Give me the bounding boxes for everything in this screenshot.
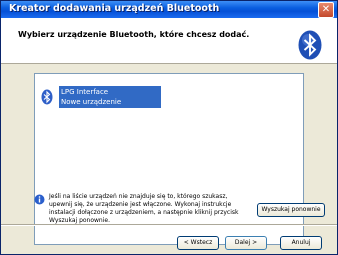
wizard-window: Kreator dodawania urządzeń Bluetooth ✕ W… — [0, 0, 338, 255]
bluetooth-icon — [298, 30, 322, 60]
separator — [1, 224, 337, 226]
info-icon — [34, 194, 45, 205]
device-label[interactable]: LPG Interface Nowe urządzenie — [59, 86, 161, 108]
close-button[interactable]: ✕ — [318, 2, 334, 18]
page-heading: Wybierz urządzenie Bluetooth, które chce… — [18, 30, 250, 39]
rescan-button[interactable]: Wyszukaj ponownie — [257, 203, 325, 217]
back-button[interactable]: < Wstecz — [177, 236, 219, 250]
wizard-header: Wybierz urządzenie Bluetooth, które chce… — [1, 18, 337, 64]
close-icon: ✕ — [321, 4, 331, 15]
device-status: Nowe urządzenie — [61, 98, 122, 106]
device-name: LPG Interface — [61, 88, 109, 96]
title-bar[interactable]: Kreator dodawania urządzeń Bluetooth ✕ — [1, 1, 337, 18]
info-text: Jeśli na liście urządzeń nie znajduje si… — [49, 193, 239, 224]
window-title: Kreator dodawania urządzeń Bluetooth — [9, 3, 220, 14]
bluetooth-device-icon — [41, 89, 53, 105]
next-button[interactable]: Dalej > — [225, 236, 267, 250]
cancel-button[interactable]: Anuluj — [280, 236, 322, 250]
